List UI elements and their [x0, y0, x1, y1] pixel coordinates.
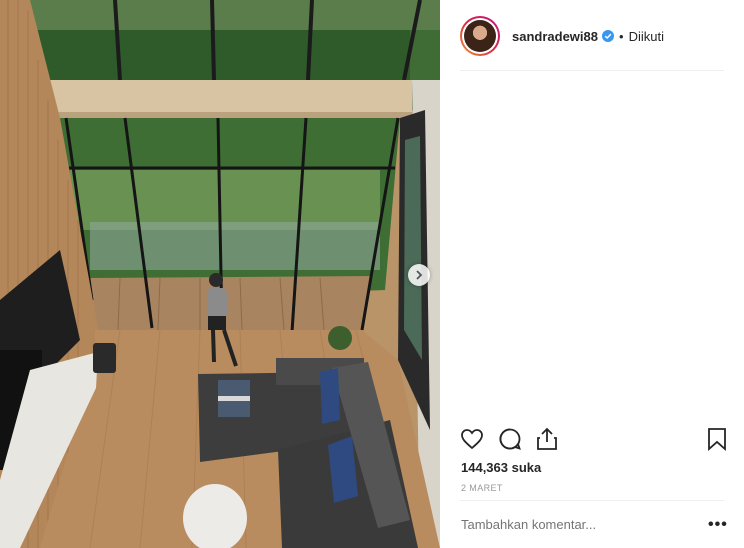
carousel-next-button[interactable] [408, 264, 430, 286]
living-room-image [0, 0, 440, 548]
comment-divider [460, 500, 724, 501]
post-side-panel: sandradewi88 • Diikuti 144,363 suka 2 MA… [440, 0, 744, 548]
avatar-image [464, 20, 496, 52]
chevron-right-icon [416, 270, 423, 280]
separator-dot: • [619, 28, 624, 44]
post-date[interactable]: 2 MARET [461, 483, 503, 493]
comment-icon[interactable] [498, 427, 522, 451]
bookmark-icon[interactable] [706, 427, 728, 451]
follow-status-button[interactable]: Diikuti [629, 29, 664, 44]
more-options-button[interactable]: ••• [708, 516, 728, 534]
share-icon[interactable] [535, 427, 559, 451]
username-link[interactable]: sandradewi88 [512, 29, 598, 44]
likes-count[interactable]: 144,363 suka [461, 460, 541, 475]
verified-badge-icon [602, 30, 614, 42]
action-bar [460, 427, 728, 453]
post-photo[interactable] [0, 0, 440, 548]
avatar[interactable] [460, 16, 500, 56]
comment-input[interactable] [461, 517, 691, 532]
heart-icon[interactable] [460, 427, 484, 451]
header-divider [460, 70, 724, 71]
post-header: sandradewi88 • Diikuti [460, 14, 730, 58]
